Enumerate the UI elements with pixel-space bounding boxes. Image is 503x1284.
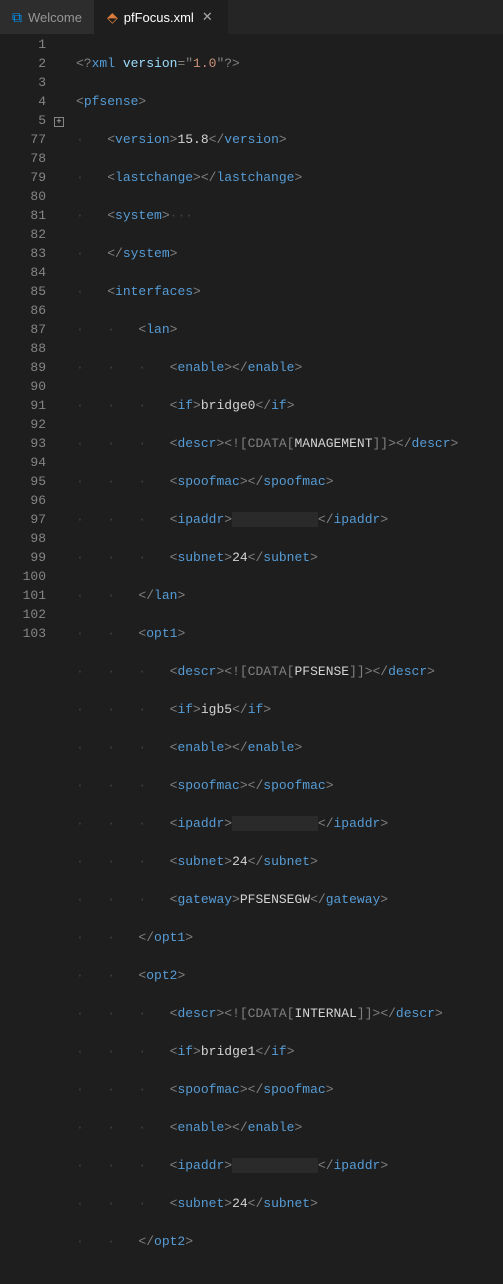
line-number: 95 (0, 472, 46, 491)
code-line: · · </opt2> (76, 1232, 503, 1251)
line-number: 83 (0, 244, 46, 263)
tab-file[interactable]: ⬘ pfFocus.xml ✕ (95, 0, 228, 34)
vscode-icon: ⧉ (12, 10, 22, 24)
code-line: · · · <if>bridge1</if> (76, 1042, 503, 1061)
line-number: 98 (0, 529, 46, 548)
line-number: 88 (0, 339, 46, 358)
code-line: · · · <if>bridge0</if> (76, 396, 503, 415)
tab-close-icon[interactable]: ✕ (200, 9, 215, 25)
line-number: 101 (0, 586, 46, 605)
code-line: <?xml version="1.0"?> (76, 54, 503, 73)
fold-expand-icon[interactable]: + (52, 111, 66, 130)
tab-file-label: pfFocus.xml (124, 10, 194, 25)
line-number: 90 (0, 377, 46, 396)
line-number: 1 (0, 35, 46, 54)
code-line: · <system>··· (76, 206, 503, 225)
code-line: · · · <enable></enable> (76, 358, 503, 377)
tab-welcome-label: Welcome (28, 10, 82, 25)
line-number: 99 (0, 548, 46, 567)
line-number: 86 (0, 301, 46, 320)
line-number: 85 (0, 282, 46, 301)
gutter: 1 2 3 4 5 77 78 79 80 81 82 83 84 85 86 … (0, 35, 66, 1284)
line-number: 102 (0, 605, 46, 624)
line-number: 97 (0, 510, 46, 529)
code-line: · · · <spoofmac></spoofmac> (76, 776, 503, 795)
line-number: 100 (0, 567, 46, 586)
code-line: · <version>15.8</version> (76, 130, 503, 149)
code-area[interactable]: <?xml version="1.0"?> <pfsense> · <versi… (66, 35, 503, 1284)
line-number: 79 (0, 168, 46, 187)
code-line: · · · <spoofmac></spoofmac> (76, 472, 503, 491)
line-number: 94 (0, 453, 46, 472)
code-line: · · · <descr><![CDATA[PFSENSE]]></descr> (76, 662, 503, 681)
code-line: · · <opt2> (76, 966, 503, 985)
editor[interactable]: 1 2 3 4 5 77 78 79 80 81 82 83 84 85 86 … (0, 35, 503, 1284)
code-line: · · · <descr><![CDATA[INTERNAL]]></descr… (76, 1004, 503, 1023)
line-number: 5 (0, 111, 46, 130)
code-line: · · <opt1> (76, 624, 503, 643)
code-line: · · · <if>igb5</if> (76, 700, 503, 719)
code-line: · · · <gateway>PFSENSEGW</gateway> (76, 890, 503, 909)
line-number: 80 (0, 187, 46, 206)
code-line: · · · <spoofmac></spoofmac> (76, 1080, 503, 1099)
code-line: · · · <enable></enable> (76, 1118, 503, 1137)
tab-welcome[interactable]: ⧉ Welcome (0, 0, 95, 34)
code-line: · · </opt1> (76, 928, 503, 947)
line-number: 2 (0, 54, 46, 73)
code-line: · · · <enable></enable> (76, 738, 503, 757)
line-number: 77 (0, 130, 46, 149)
code-line: · · · <ipaddr>XXX.XX.XX.X</ipaddr> (76, 510, 503, 529)
code-line: · · · <subnet>24</subnet> (76, 852, 503, 871)
line-number: 82 (0, 225, 46, 244)
line-number: 92 (0, 415, 46, 434)
xml-file-icon: ⬘ (107, 10, 118, 24)
code-line: · · · <subnet>24</subnet> (76, 1194, 503, 1213)
code-line: · <lastchange></lastchange> (76, 168, 503, 187)
fold-column: + (52, 35, 66, 1284)
tab-bar: ⧉ Welcome ⬘ pfFocus.xml ✕ (0, 0, 503, 35)
code-line: <pfsense> (76, 92, 503, 111)
line-number: 84 (0, 263, 46, 282)
line-number: 78 (0, 149, 46, 168)
line-number: 96 (0, 491, 46, 510)
line-number: 81 (0, 206, 46, 225)
line-number: 91 (0, 396, 46, 415)
code-line: · </system> (76, 244, 503, 263)
code-line: · · · <subnet>24</subnet> (76, 548, 503, 567)
line-number: 93 (0, 434, 46, 453)
line-numbers: 1 2 3 4 5 77 78 79 80 81 82 83 84 85 86 … (0, 35, 52, 1284)
code-line: · <interfaces> (76, 282, 503, 301)
line-number: 4 (0, 92, 46, 111)
code-line: · · · <descr><![CDATA[MANAGEMENT]]></des… (76, 434, 503, 453)
line-number: 89 (0, 358, 46, 377)
line-number: 87 (0, 320, 46, 339)
code-line: · · · <ipaddr>XXX.XX.XX.X</ipaddr> (76, 814, 503, 833)
code-line: · · <lan> (76, 320, 503, 339)
code-line: · · </lan> (76, 586, 503, 605)
line-number: 103 (0, 624, 46, 643)
line-number: 3 (0, 73, 46, 92)
code-line: · · · <ipaddr>XXX.XX.XX.X</ipaddr> (76, 1156, 503, 1175)
